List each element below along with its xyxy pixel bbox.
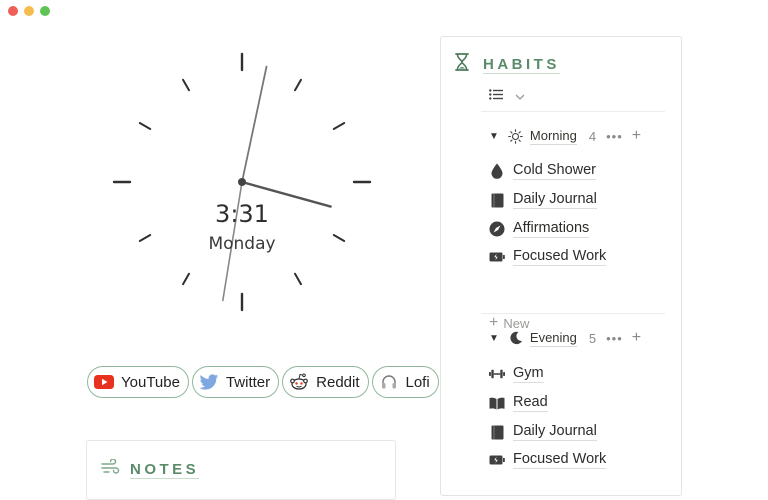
book-icon xyxy=(489,192,505,208)
group-count: 5 xyxy=(588,330,597,346)
clock-tick xyxy=(182,78,190,92)
list-icon[interactable] xyxy=(489,87,503,105)
drop-icon xyxy=(489,163,505,179)
clock-time: 3:31 xyxy=(215,200,269,228)
twitter-icon xyxy=(199,372,219,392)
clock-center xyxy=(238,178,246,186)
more-options-button[interactable]: ••• xyxy=(606,331,623,346)
youtube-icon xyxy=(94,372,114,392)
lofi-link[interactable]: Lofi xyxy=(371,366,439,398)
twitter-link[interactable]: Twitter xyxy=(191,366,280,398)
habit-item[interactable]: Daily Journal xyxy=(489,423,597,441)
add-item-button[interactable]: + xyxy=(632,127,641,145)
reddit-icon xyxy=(289,372,309,392)
habit-item[interactable]: Focused Work xyxy=(489,248,607,266)
dumbbell-icon xyxy=(489,366,505,382)
notes-header: NOTES xyxy=(101,458,199,480)
habit-item[interactable]: Daily Journal xyxy=(489,191,597,209)
habit-label: Read xyxy=(513,394,548,412)
habit-label: Focused Work xyxy=(513,451,607,469)
add-item-button[interactable]: + xyxy=(632,329,641,347)
clock-tick xyxy=(294,272,302,286)
open-book-icon xyxy=(489,395,505,411)
habit-label: Cold Shower xyxy=(513,162,597,180)
minimize-window-button[interactable] xyxy=(24,6,34,16)
collapse-toggle-icon[interactable]: ▼ xyxy=(489,131,499,142)
group-name: Morning xyxy=(529,127,577,145)
habit-item[interactable]: Focused Work xyxy=(489,451,607,469)
clock-tick xyxy=(332,122,346,130)
habits-header: HABITS xyxy=(455,53,560,76)
habit-label: Daily Journal xyxy=(513,191,597,209)
twitter-link-label: Twitter xyxy=(225,373,271,391)
habit-label: Gym xyxy=(513,365,544,383)
habit-item[interactable]: Cold Shower xyxy=(489,162,597,180)
divider xyxy=(481,313,665,314)
habit-item[interactable]: Read xyxy=(489,394,548,412)
reddit-link-label: Reddit xyxy=(316,373,360,391)
sun-icon xyxy=(508,128,524,144)
chevron-down-icon[interactable] xyxy=(515,87,525,105)
group-name: Evening xyxy=(529,329,577,347)
clock-tick xyxy=(294,78,302,92)
youtube-link-label: YouTube xyxy=(121,373,180,391)
second-hand xyxy=(241,65,268,183)
group-header-evening[interactable]: ▼ Evening 5 ••• + xyxy=(489,329,641,347)
notes-title[interactable]: NOTES xyxy=(130,461,199,478)
habit-item[interactable]: Gym xyxy=(489,365,544,383)
lofi-link-label: Lofi xyxy=(405,373,430,391)
close-window-button[interactable] xyxy=(8,6,18,16)
clock-face xyxy=(112,52,372,312)
compass-icon xyxy=(489,221,505,237)
habit-label: Focused Work xyxy=(513,248,607,266)
more-options-button[interactable]: ••• xyxy=(606,129,623,144)
headphones-icon xyxy=(379,372,399,392)
habits-panel: HABITS ▼ Morning 4 ••• + Cold Shower Dai… xyxy=(440,36,682,496)
habit-label: Affirmations xyxy=(513,220,590,238)
clock-day: Monday xyxy=(208,234,276,254)
book-icon xyxy=(489,424,505,440)
collapse-toggle-icon[interactable]: ▼ xyxy=(489,333,499,344)
battery-icon xyxy=(489,249,505,265)
wind-icon xyxy=(101,458,121,480)
reddit-link[interactable]: Reddit xyxy=(282,366,369,398)
habits-title[interactable]: HABITS xyxy=(483,56,560,73)
hourglass-icon xyxy=(455,53,469,76)
habit-item[interactable]: Affirmations xyxy=(489,220,590,238)
divider xyxy=(481,111,665,112)
maximize-window-button[interactable] xyxy=(40,6,50,16)
notes-panel: NOTES xyxy=(86,440,396,500)
youtube-link[interactable]: YouTube xyxy=(87,366,189,398)
battery-icon xyxy=(489,452,505,468)
group-header-morning[interactable]: ▼ Morning 4 ••• + xyxy=(489,127,641,145)
view-selector[interactable] xyxy=(489,87,525,105)
habit-label: Daily Journal xyxy=(513,423,597,441)
quick-links: YouTube Twitter Reddit Lofi xyxy=(87,366,439,398)
clock-tick xyxy=(182,272,190,286)
group-count: 4 xyxy=(588,128,597,144)
clock-widget: 3:31 Monday xyxy=(112,52,372,312)
moon-icon xyxy=(508,330,524,346)
window-controls xyxy=(8,6,50,16)
clock-tick xyxy=(138,122,152,130)
